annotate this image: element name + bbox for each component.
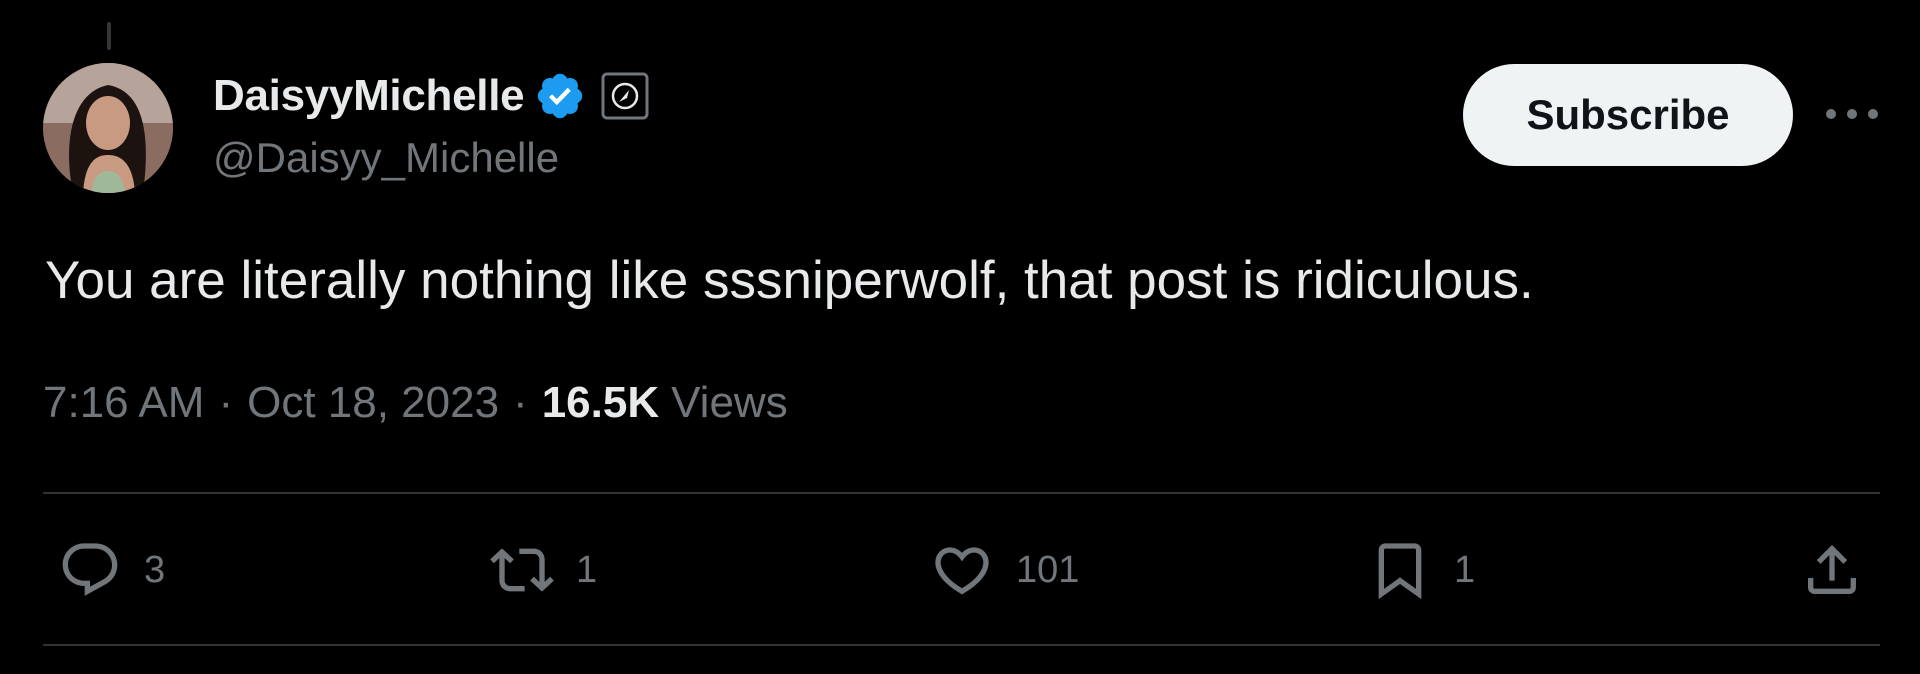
bookmark-icon <box>1378 543 1422 600</box>
avatar[interactable] <box>43 63 173 193</box>
bookmark-button[interactable]: 1 <box>1368 536 1475 604</box>
like-button[interactable]: 101 <box>930 536 1079 604</box>
tweet-text: You are literally nothing like sssniperw… <box>45 251 1534 310</box>
thread-connector-line <box>107 22 111 50</box>
affiliate-badge-icon[interactable] <box>600 71 650 121</box>
repost-button[interactable]: 1 <box>490 536 597 604</box>
author-name-row: DaisyyMichelle <box>213 66 650 126</box>
repost-icon <box>490 548 554 592</box>
divider <box>43 492 1880 494</box>
author-display-name[interactable]: DaisyyMichelle <box>213 71 525 121</box>
verified-badge-icon[interactable] <box>534 70 586 122</box>
tweet-time[interactable]: 7:16 AM <box>43 378 204 428</box>
avatar-image <box>43 63 173 193</box>
reply-count: 3 <box>144 548 166 591</box>
repost-count: 1 <box>576 548 598 591</box>
more-dot <box>1868 109 1878 119</box>
more-dot <box>1847 109 1857 119</box>
reply-icon <box>62 543 118 596</box>
share-icon <box>1808 544 1856 594</box>
meta-separator: · <box>218 378 234 427</box>
subscribe-button[interactable]: Subscribe <box>1463 64 1793 166</box>
tweet-meta-row: 7:16 AM · Oct 18, 2023 · 16.5K Views <box>43 378 788 428</box>
more-dot <box>1826 109 1836 119</box>
more-horizontal-icon[interactable] <box>1826 96 1878 132</box>
bookmark-count: 1 <box>1454 548 1476 591</box>
reply-button[interactable]: 3 <box>58 536 165 604</box>
like-count: 101 <box>1016 548 1080 591</box>
tweet-date[interactable]: Oct 18, 2023 <box>247 378 499 428</box>
heart-icon <box>935 547 989 595</box>
share-button[interactable] <box>1800 536 1864 604</box>
views-label[interactable]: Views <box>671 378 788 428</box>
meta-separator: · <box>513 378 528 427</box>
divider <box>43 644 1880 646</box>
author-handle[interactable]: @Daisyy_Michelle <box>213 134 559 182</box>
views-count[interactable]: 16.5K <box>542 378 659 428</box>
